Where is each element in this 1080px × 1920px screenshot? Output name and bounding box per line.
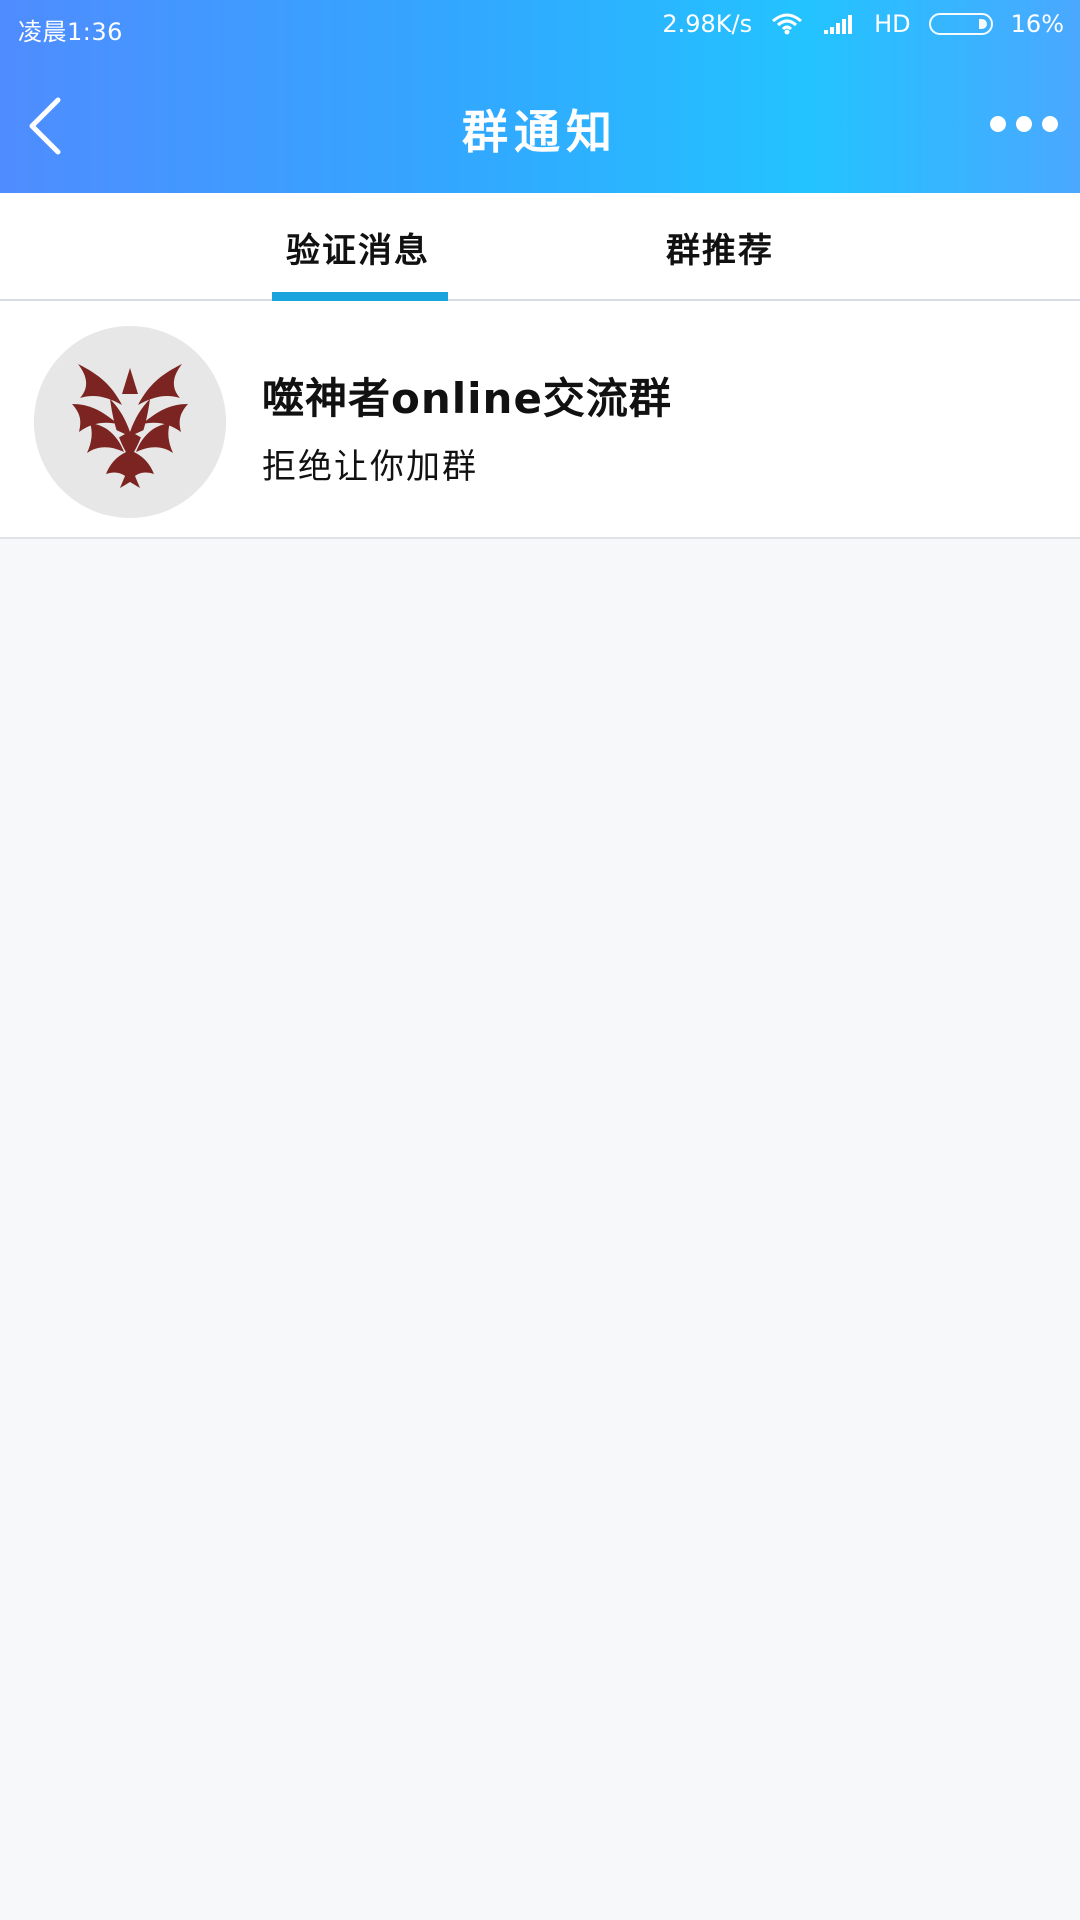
tab-verification-messages[interactable]: 验证消息 xyxy=(286,223,430,272)
navigation-bar: 群通知 xyxy=(0,54,1080,193)
status-bar: 凌晨1:36 2.98K/s HD 16% xyxy=(0,0,1080,54)
group-name: 噬神者online交流群 xyxy=(262,374,672,423)
active-tab-indicator xyxy=(272,292,448,301)
tab-group-recommendations[interactable]: 群推荐 xyxy=(666,223,774,272)
header: 凌晨1:36 2.98K/s HD 16% 群通知 xyxy=(0,0,1080,193)
status-icons: 2.98K/s HD 16% xyxy=(662,10,1064,38)
notification-list: 噬神者online交流群 拒绝让你加群 xyxy=(0,301,1080,539)
battery-icon xyxy=(928,13,993,35)
tab-bar: 验证消息 群推荐 xyxy=(0,193,1080,301)
battery-level xyxy=(978,19,987,29)
more-button[interactable] xyxy=(988,114,1060,134)
notification-item[interactable]: 噬神者online交流群 拒绝让你加群 xyxy=(0,301,1080,537)
notification-message: 拒绝让你加群 xyxy=(262,447,478,487)
page-title: 群通知 xyxy=(462,105,618,159)
status-time: 凌晨1:36 xyxy=(18,18,123,46)
more-icon xyxy=(990,116,1058,132)
signal-icon xyxy=(824,15,853,34)
network-type: HD xyxy=(874,10,911,38)
demon-mask-icon xyxy=(34,326,226,518)
network-speed: 2.98K/s xyxy=(662,10,753,38)
wifi-icon xyxy=(772,13,803,35)
group-avatar xyxy=(34,326,226,518)
battery-percentage: 16% xyxy=(1010,10,1064,38)
